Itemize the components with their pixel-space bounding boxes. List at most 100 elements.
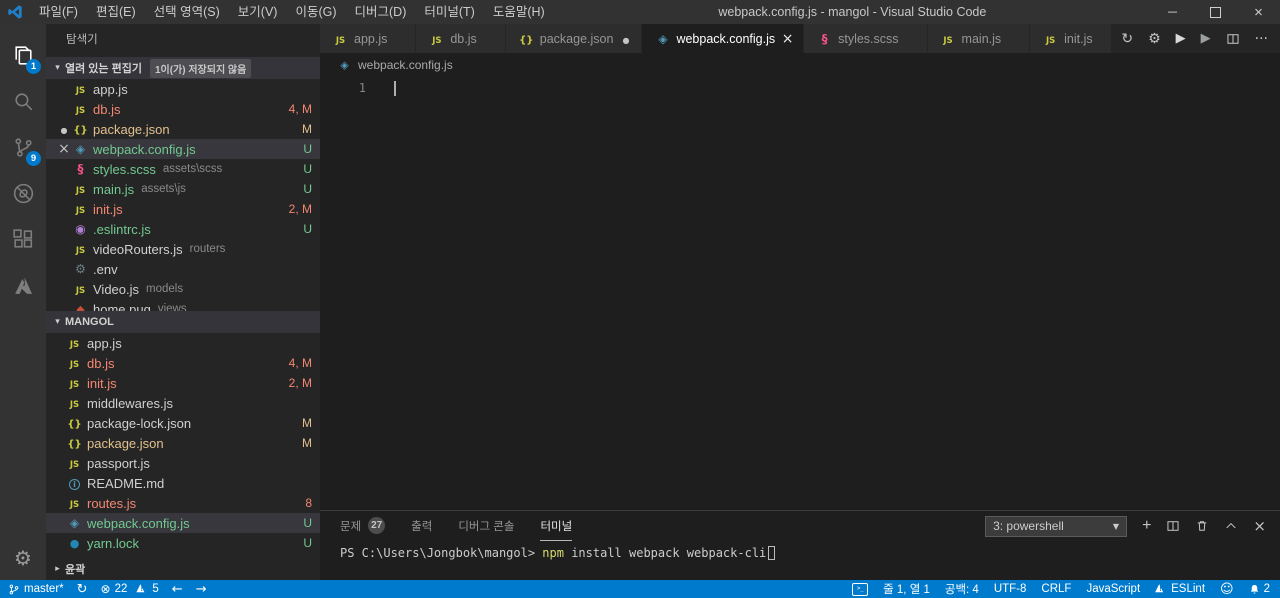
editor-state-icon[interactable]: [56, 122, 72, 137]
activity-bar: 1 9 ⚙: [0, 24, 46, 580]
menu-view[interactable]: 보기(V): [229, 0, 287, 24]
file-tree-item[interactable]: middlewares.js: [46, 393, 320, 413]
run-icon[interactable]: ▶: [1176, 32, 1186, 45]
file-name: init.js: [93, 201, 123, 217]
editor-tab[interactable]: package.json: [505, 24, 642, 53]
maximize-icon: [1210, 6, 1221, 18]
file-tree-item[interactable]: init.js 2, M: [46, 373, 320, 393]
open-editors-list: app.js db.js 4, M package.json: [46, 79, 320, 311]
maximize-panel-icon[interactable]: [1224, 519, 1238, 533]
panel-header: 문제 27 출력 디버그 콘솔 터미널 3: powershell ▼ + ×: [320, 511, 1280, 541]
menu-selection[interactable]: 선택 영역(S): [145, 0, 229, 24]
open-editor-item[interactable]: .env: [46, 259, 320, 279]
open-editor-item[interactable]: styles.scss assets\scss U: [46, 159, 320, 179]
tab-state-icon[interactable]: [780, 31, 795, 47]
menu-go[interactable]: 이동(G): [286, 0, 345, 24]
code-editor[interactable]: 1: [320, 76, 1280, 510]
tab-bar: app.js db.js package.json web: [320, 24, 1280, 53]
file-tree-item[interactable]: db.js 4, M: [46, 353, 320, 373]
language-mode[interactable]: JavaScript: [1086, 583, 1140, 595]
sync-icon[interactable]: ↻: [1121, 32, 1133, 46]
split-terminal-icon[interactable]: [1166, 519, 1180, 533]
menu-file[interactable]: 파일(F): [30, 0, 87, 24]
menu-edit[interactable]: 편집(E): [87, 0, 145, 24]
file-tree-item[interactable]: app.js: [46, 333, 320, 353]
activity-explorer[interactable]: 1: [0, 32, 46, 78]
breadcrumb[interactable]: webpack.config.js: [320, 53, 1280, 76]
file-type-icon: [66, 456, 83, 471]
file-tree-item[interactable]: package.json M: [46, 433, 320, 453]
panel-tab[interactable]: 디버그 콘솔: [458, 511, 514, 541]
file-tree-item[interactable]: passport.js: [46, 453, 320, 473]
open-editor-item[interactable]: home.pug views: [46, 299, 320, 312]
close-panel-icon[interactable]: ×: [1253, 518, 1266, 534]
menu-terminal[interactable]: 터미널(T): [415, 0, 483, 24]
editor-tab[interactable]: styles.scss: [804, 24, 927, 53]
editor-tab[interactable]: main.js: [927, 24, 1030, 53]
encoding[interactable]: UTF-8: [994, 583, 1027, 595]
sync-indicator[interactable]: ↻: [77, 583, 88, 596]
editor-tab[interactable]: init.js: [1030, 24, 1121, 53]
activity-debug[interactable]: [0, 170, 46, 216]
terminal[interactable]: PS C:\Users\Jongbok\mangol> npm install …: [320, 541, 1280, 560]
open-editor-item[interactable]: db.js 4, M: [46, 99, 320, 119]
file-tree-item[interactable]: README.md: [46, 473, 320, 493]
folder-section-header[interactable]: ▾ MANGOL: [46, 311, 320, 333]
feedback[interactable]: ☺: [1220, 583, 1234, 596]
file-tree-item[interactable]: package-lock.json M: [46, 413, 320, 433]
file-tree-item[interactable]: webpack.config.js U: [46, 513, 320, 533]
panel-tab[interactable]: 출력: [411, 511, 432, 541]
open-editors-header[interactable]: ▾ 열려 있는 편집기 1이(가) 저장되지 않음: [46, 57, 320, 79]
editor-state-icon[interactable]: [56, 141, 72, 157]
file-tree-item[interactable]: yarn.lock U: [46, 533, 320, 553]
open-editor-item[interactable]: Video.js models: [46, 279, 320, 299]
open-editor-item[interactable]: videoRouters.js routers: [46, 239, 320, 259]
terminal-select[interactable]: 3: powershell ▼: [985, 515, 1128, 537]
menu-help[interactable]: 도움말(H): [484, 0, 554, 24]
tab-state-icon[interactable]: [618, 31, 633, 46]
editor-tab[interactable]: db.js: [416, 24, 505, 53]
open-editor-item[interactable]: app.js: [46, 79, 320, 99]
editor-tab[interactable]: app.js: [320, 24, 416, 53]
file-type-icon: [72, 242, 89, 257]
panel-tab-label: 문제: [340, 520, 362, 533]
open-editor-item[interactable]: init.js 2, M: [46, 199, 320, 219]
toggle-terminal[interactable]: >_: [852, 582, 869, 596]
panel-tab[interactable]: 문제 27: [340, 511, 386, 541]
azure-icon: [14, 276, 32, 294]
open-editor-item[interactable]: main.js assets\js U: [46, 179, 320, 199]
editor-tab[interactable]: webpack.config.js: [642, 24, 804, 53]
navigate-back[interactable]: ←: [172, 583, 183, 596]
notifications[interactable]: 2: [1249, 583, 1270, 596]
minimize-button[interactable]: ─: [1151, 0, 1194, 24]
kill-terminal-icon[interactable]: [1195, 519, 1209, 533]
outline-section-header[interactable]: ▸ 윤곽: [46, 558, 320, 580]
maximize-button[interactable]: [1194, 0, 1237, 24]
code-area[interactable]: [382, 76, 1280, 510]
settings-gear-icon[interactable]: ⚙: [14, 546, 32, 570]
new-terminal-icon[interactable]: +: [1142, 518, 1151, 534]
more-actions-icon[interactable]: ···: [1255, 32, 1268, 46]
eslint-status[interactable]: ESLint: [1155, 582, 1205, 595]
close-button[interactable]: ×: [1237, 0, 1280, 24]
eol-sequence[interactable]: CRLF: [1041, 583, 1071, 595]
panel-tab[interactable]: 터미널: [540, 511, 573, 541]
cursor-position[interactable]: 줄 1, 열 1: [883, 581, 930, 597]
breadcrumb-file[interactable]: webpack.config.js: [358, 58, 453, 72]
activity-source-control[interactable]: 9: [0, 124, 46, 170]
navigate-forward[interactable]: →: [196, 583, 207, 596]
gear-icon[interactable]: ⚙: [1148, 32, 1161, 46]
activity-extensions[interactable]: [0, 216, 46, 262]
problems-indicator[interactable]: ⊗ 22 5: [101, 582, 159, 595]
file-tree-item[interactable]: routes.js 8: [46, 493, 320, 513]
activity-azure[interactable]: [0, 262, 46, 308]
open-editor-item[interactable]: package.json M: [46, 119, 320, 139]
indentation[interactable]: 공백: 4: [945, 581, 979, 597]
git-branch-indicator[interactable]: master*: [8, 582, 64, 597]
open-editor-item[interactable]: .eslintrc.js U: [46, 219, 320, 239]
run-alt-icon[interactable]: ▶: [1201, 32, 1211, 45]
menu-debug[interactable]: 디버그(D): [346, 0, 416, 24]
split-editor-icon[interactable]: [1226, 32, 1240, 46]
open-editor-item[interactable]: webpack.config.js U: [46, 139, 320, 159]
activity-search[interactable]: [0, 78, 46, 124]
